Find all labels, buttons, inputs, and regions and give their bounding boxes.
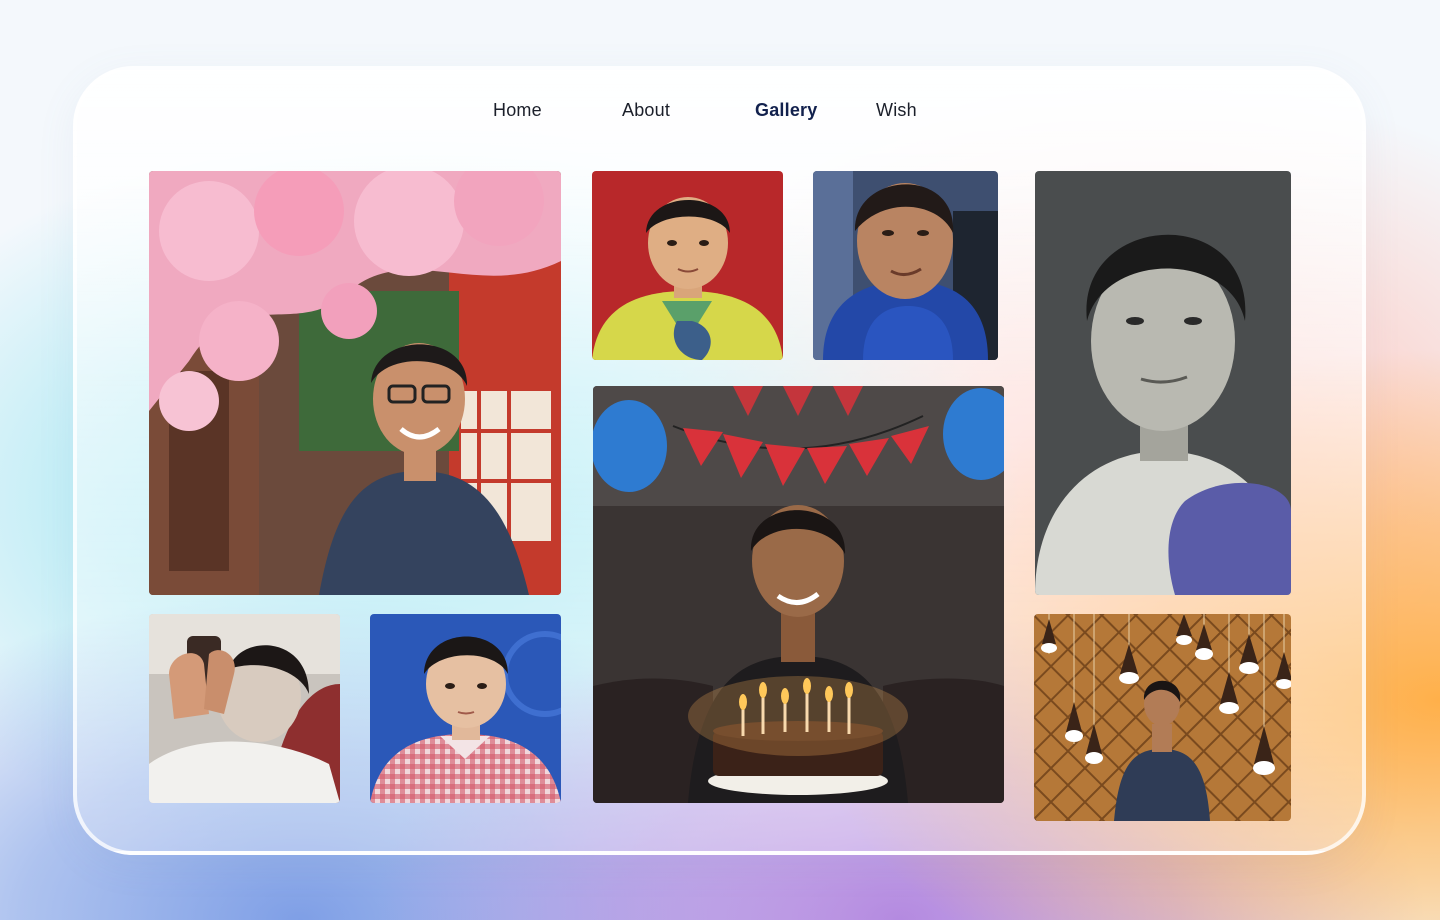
photo-selfie-gaming-chair[interactable] <box>813 171 998 360</box>
photo-cherry-blossom-portrait[interactable] <box>149 171 561 595</box>
photo-hanging-lights[interactable] <box>1034 614 1291 821</box>
nav-gallery[interactable]: Gallery <box>755 100 817 121</box>
nav-home[interactable]: Home <box>493 100 542 121</box>
photo-grayscale-id-portrait[interactable] <box>1035 171 1291 595</box>
nav-wish[interactable]: Wish <box>876 100 917 121</box>
photo-red-gingham-child[interactable] <box>370 614 561 803</box>
photo-face-mask-phone[interactable] <box>149 614 340 803</box>
photo-birthday-cake[interactable] <box>593 386 1004 803</box>
photo-school-uniform-child[interactable] <box>592 171 783 360</box>
nav-about[interactable]: About <box>622 100 670 121</box>
